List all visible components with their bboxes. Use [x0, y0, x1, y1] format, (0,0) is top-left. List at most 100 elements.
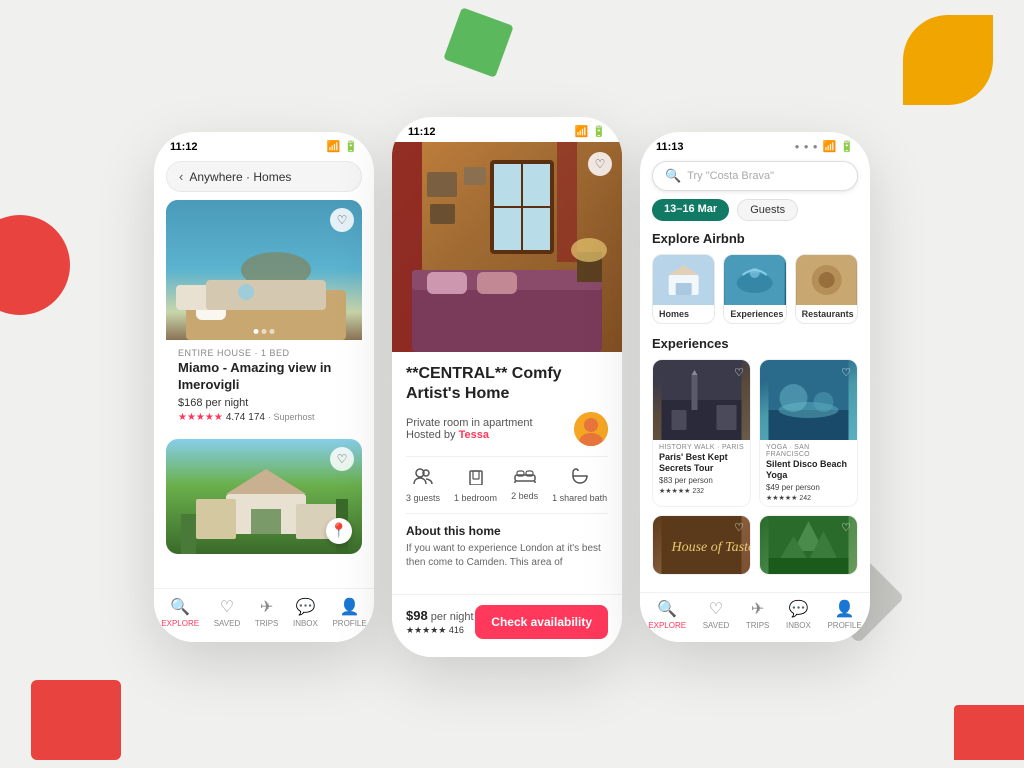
amenity-bedroom: 1 bedroom [454, 467, 497, 503]
phone1-nav-profile[interactable]: 👤 PROFILE [332, 597, 366, 628]
amenity-guests: 3 guests [406, 467, 440, 503]
phone2-listing-title: **CENTRAL** Comfy Artist's Home [406, 364, 608, 404]
phone2-amenities: 3 guests 1 bedroom 2 beds [406, 456, 608, 514]
phone1-status-bar: 11:12 📶 🔋 [154, 132, 374, 157]
deco-shape-red-left [0, 215, 70, 315]
map-pin-icon[interactable]: 📍 [326, 518, 352, 544]
explore-homes-label: Homes [653, 305, 714, 323]
phone1-listing1-type: ENTIRE HOUSE · 1 BED [178, 348, 350, 358]
superhost-badge: · Superhost [268, 412, 315, 422]
exp-nature-heart[interactable]: ♡ [841, 521, 851, 534]
wifi-icon: 📶 [327, 140, 341, 153]
exp-sf-badge: YOGA · SAN FRANCISCO [760, 440, 857, 459]
phone2-host-name[interactable]: Tessa [459, 429, 489, 441]
phone3-status-bar: 11:13 ● ● ● 📶 🔋 [640, 132, 870, 157]
phone2-listing-content: **CENTRAL** Comfy Artist's Home Private … [392, 352, 622, 582]
phone3-filter-row: 13–16 Mar Guests [652, 199, 858, 221]
phone2-hero-heart[interactable]: ♡ [588, 152, 612, 176]
phone2-hero-image: ♡ [392, 142, 622, 352]
phone1-nav-saved[interactable]: ♡ SAVED [214, 597, 241, 628]
phone3-trips-label: TRIPS [746, 621, 770, 630]
phone1-search-bar[interactable]: ‹ Anywhere · Homes [166, 161, 362, 192]
back-arrow-icon[interactable]: ‹ [179, 169, 183, 184]
phone2-stars: ★★★★★ [406, 625, 446, 635]
phone3-nav-saved[interactable]: ♡ SAVED [703, 599, 730, 630]
phone1-search-label: Anywhere · Homes [189, 170, 291, 184]
explore-card-experiences[interactable]: Experiences [723, 254, 786, 324]
phone1-nav-profile-label: PROFILE [332, 619, 366, 628]
stars-icon: ★★★★★ [178, 412, 223, 423]
phone1-listing1-info: ENTIRE HOUSE · 1 BED Miamo - Amazing vie… [166, 340, 362, 431]
phone1-nav-explore[interactable]: 🔍 EXPLORE [161, 597, 199, 628]
phone2-booking-bar: $98 per night ★★★★★ 416 Check availabili… [392, 594, 622, 657]
phone3-nav-trips[interactable]: ✈ TRIPS [746, 599, 770, 630]
bedroom-icon [467, 467, 485, 490]
explore-experiences-image [724, 255, 785, 305]
phone1-nav-saved-label: SAVED [214, 619, 241, 628]
exp-card-sf[interactable]: ♡ YOGA · SAN FRANCISCO Silent Disco Beac… [759, 359, 858, 507]
bath-icon [570, 467, 590, 490]
phone3-explore-grid: Homes Experiences Restaurants [652, 254, 858, 324]
phone2-price: $98 per night [406, 608, 474, 623]
inbox-icon: 💬 [295, 597, 315, 617]
exp-paris-rating: ★★★★★ 232 [653, 487, 750, 499]
phone3-guests-chip[interactable]: Guests [737, 199, 798, 221]
phone1-listing2-heart[interactable]: ♡ [330, 447, 354, 471]
phone3-explore-label: EXPLORE [648, 621, 686, 630]
phone-1: 11:12 📶 🔋 ‹ Anywhere · Homes [154, 132, 374, 642]
phone3-search-bar[interactable]: 🔍 Try "Costa Brava" [652, 161, 858, 191]
explore-card-restaurants[interactable]: Restaurants [795, 254, 858, 324]
phone2-hosted-by: Hosted by Tessa [406, 429, 533, 441]
phone1-nav-inbox[interactable]: 💬 INBOX [293, 597, 318, 628]
phone3-explore-icon: 🔍 [657, 599, 677, 619]
battery-icon: 🔋 [344, 140, 358, 153]
phone1-listing1-heart[interactable]: ♡ [330, 208, 354, 232]
amenity-bath-label: 1 shared bath [552, 493, 607, 503]
phone3-nav-inbox[interactable]: 💬 INBOX [786, 599, 811, 630]
dots-indicator [254, 329, 275, 334]
deco-shape-red-br [954, 705, 1024, 760]
exp-card-nature[interactable]: ♡ [759, 515, 858, 575]
phone1-nav-trips[interactable]: ✈ TRIPS [255, 597, 279, 628]
explore-restaurants-label: Restaurants [796, 305, 857, 323]
phone3-nav-profile[interactable]: 👤 PROFILE [827, 599, 861, 630]
phone1-listing-1-image: ♡ [166, 200, 362, 340]
exp-sf-heart[interactable]: ♡ [841, 366, 851, 379]
phone2-price-block: $98 per night ★★★★★ 416 [406, 608, 474, 636]
exp-card-paris[interactable]: ♡ HISTORY WALK · PARIS Paris' Best Kept … [652, 359, 751, 507]
deco-shape-orange [903, 15, 993, 105]
phone3-saved-icon: ♡ [709, 599, 723, 619]
phone-2: 11:12 📶 🔋 [392, 117, 622, 657]
phone3-search-placeholder: Try "Costa Brava" [687, 170, 774, 182]
phone3-nav-explore[interactable]: 🔍 EXPLORE [648, 599, 686, 630]
phone2-hosted-label: Hosted by [406, 429, 456, 441]
phone1-listing1-rating-val: 4.74 [226, 412, 245, 423]
explore-card-homes[interactable]: Homes [652, 254, 715, 324]
phone2-about-text: If you want to experience London at it's… [406, 542, 608, 570]
phone3-inbox-icon: 💬 [788, 599, 808, 619]
exp-paris-heart[interactable]: ♡ [734, 366, 744, 379]
amenity-beds-label: 2 beds [511, 491, 538, 501]
phone2-listing-type: Private room in apartment [406, 417, 533, 429]
exp-sf-price: $49 per person [760, 483, 857, 494]
phone1-listing-1[interactable]: ♡ ENTIRE HOUSE · 1 BED Miamo - Amazing v… [166, 200, 362, 431]
exp-food-heart[interactable]: ♡ [734, 521, 744, 534]
phone1-status-icons: 📶 🔋 [327, 140, 358, 153]
exp-card-food[interactable]: House of Taste ♡ [652, 515, 751, 575]
phone3-wifi-icon: 📶 [823, 140, 837, 153]
phone2-price-suffix: per night [428, 611, 474, 623]
phone2-status-icons: 📶 🔋 [575, 125, 606, 138]
explore-icon: 🔍 [170, 597, 190, 617]
amenity-beds: 2 beds [511, 467, 538, 503]
phone2-time: 11:12 [408, 126, 436, 138]
svg-text:House of Taste: House of Taste [671, 540, 751, 555]
deco-shape-green [443, 8, 513, 78]
phone2-price-value: $98 [406, 608, 428, 623]
phone1-listing1-price: $168 per night [178, 397, 350, 409]
guests-icon [413, 467, 433, 490]
phone3-date-chip[interactable]: 13–16 Mar [652, 199, 729, 221]
phone3-search-icon: 🔍 [665, 168, 681, 184]
exp-paris-price: $83 per person [653, 476, 750, 487]
check-availability-button[interactable]: Check availability [475, 605, 608, 639]
phone1-listing-2[interactable]: ♡ 📍 [166, 439, 362, 554]
